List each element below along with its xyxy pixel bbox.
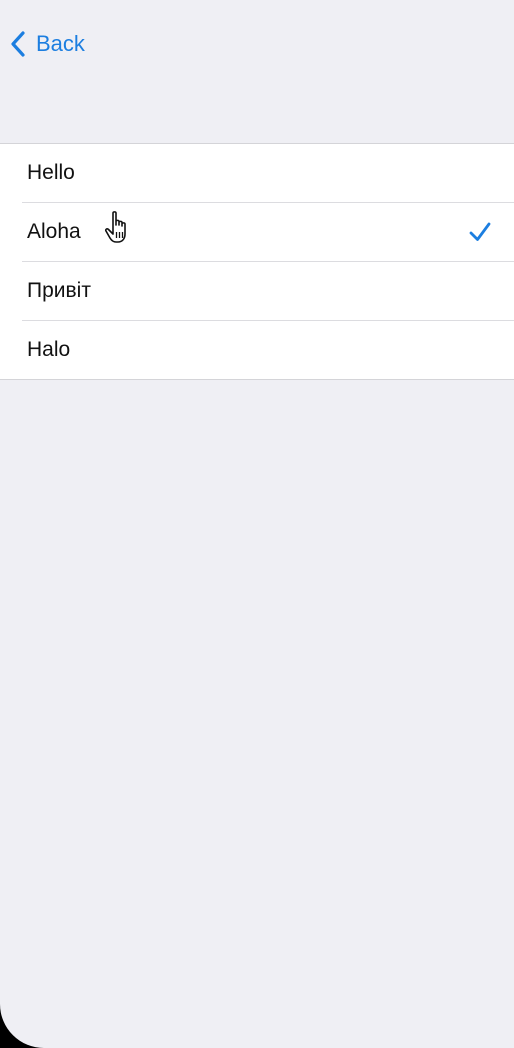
back-label: Back (36, 31, 85, 56)
list-item-hello[interactable]: Hello (0, 144, 514, 202)
list-item-label: Привіт (27, 279, 91, 302)
chevron-left-icon (11, 31, 25, 57)
list-item-label: Hello (27, 161, 75, 184)
list-item-aloha[interactable]: Aloha (0, 202, 514, 261)
hand-pointer-icon (104, 211, 126, 243)
options-list: Hello Aloha Привіт Halo (0, 143, 514, 380)
list-item-label: Aloha (27, 220, 81, 243)
list-item-halo[interactable]: Halo (0, 320, 514, 379)
screen: Back Hello Aloha Привіт Halo (0, 0, 514, 1048)
checkmark-icon (469, 222, 491, 241)
list-item-pryvit[interactable]: Привіт (0, 261, 514, 320)
navigation-bar: Back (0, 20, 514, 68)
back-button[interactable]: Back (8, 24, 85, 64)
list-item-label: Halo (27, 338, 71, 361)
